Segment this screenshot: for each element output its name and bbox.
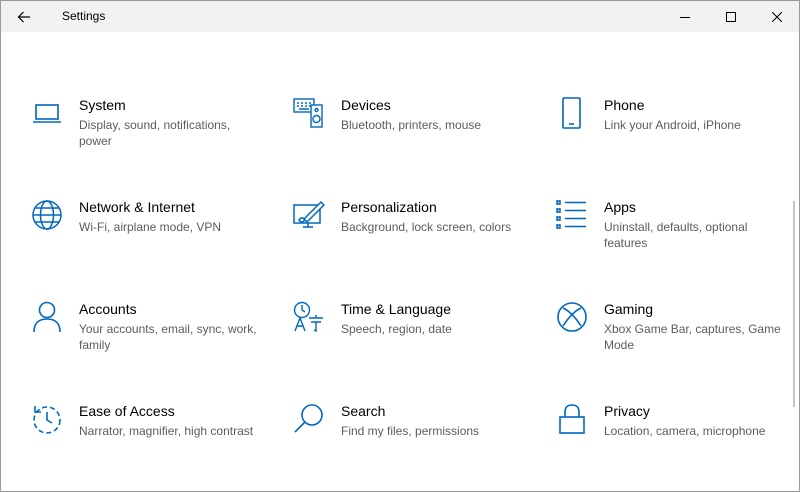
tile-title: Ease of Access [79, 403, 175, 419]
person-icon [31, 301, 63, 333]
tile-title: Search [341, 403, 386, 419]
tile-description: Narrator, magnifier, high contrast [79, 424, 254, 438]
tile-title: System [79, 97, 126, 113]
back-button[interactable] [1, 1, 47, 32]
tile-title: Network & Internet [79, 199, 195, 215]
tile-description: Location, camera, microphone [604, 424, 766, 438]
minimize-icon [680, 16, 690, 18]
tile-description: Display, sound, notifications, power [79, 118, 231, 148]
window-title: Settings [62, 9, 106, 23]
time-language-icon [293, 301, 325, 333]
tile-title: Gaming [604, 301, 654, 317]
tile-network-internet[interactable]: Network & Internet Wi-Fi, airplane mode,… [31, 199, 271, 279]
tile-description: Uninstall, defaults, optional features [604, 220, 748, 250]
minimize-button[interactable] [662, 1, 708, 32]
close-button[interactable] [754, 1, 799, 32]
maximize-button[interactable] [708, 1, 754, 32]
tile-time-language[interactable]: Time & Language Speech, region, date [293, 301, 533, 381]
search-icon [293, 403, 325, 435]
back-arrow-icon [17, 11, 30, 22]
vertical-scrollbar[interactable] [793, 201, 795, 407]
ease-of-access-icon [31, 403, 63, 435]
tile-description: Xbox Game Bar, captures, Game Mode [604, 322, 781, 352]
tile-search[interactable]: Search Find my files, permissions [293, 403, 533, 483]
lock-icon [556, 403, 588, 435]
tile-gaming[interactable]: Gaming Xbox Game Bar, captures, Game Mod… [556, 301, 796, 381]
title-bar: Settings [1, 1, 799, 32]
tile-devices[interactable]: Devices Bluetooth, printers, mouse [293, 97, 533, 177]
tile-phone[interactable]: Phone Link your Android, iPhone [556, 97, 796, 177]
tile-description: Background, lock screen, colors [341, 220, 512, 234]
phone-icon [556, 97, 588, 129]
tile-apps[interactable]: Apps Uninstall, defaults, optional featu… [556, 199, 796, 279]
laptop-icon [31, 97, 63, 129]
tile-personalization[interactable]: Personalization Background, lock screen,… [293, 199, 533, 279]
tile-system[interactable]: System Display, sound, notifications, po… [31, 97, 271, 177]
xbox-icon [556, 301, 588, 333]
tile-title: Apps [604, 199, 636, 215]
tile-title: Privacy [604, 403, 650, 419]
tile-description: Your accounts, email, sync, work, family [79, 322, 257, 352]
tile-description: Speech, region, date [341, 322, 452, 336]
globe-icon [31, 199, 63, 231]
tile-privacy[interactable]: Privacy Location, camera, microphone [556, 403, 796, 483]
tile-description: Bluetooth, printers, mouse [341, 118, 482, 132]
tile-title: Devices [341, 97, 391, 113]
devices-icon [293, 97, 325, 129]
tile-description: Find my files, permissions [341, 424, 480, 438]
close-icon [772, 11, 782, 22]
settings-window: Settings System Display, sound, notifica… [0, 0, 800, 492]
tile-description: Wi-Fi, airplane mode, VPN [79, 220, 222, 234]
tile-title: Phone [604, 97, 645, 113]
apps-list-icon [556, 199, 588, 231]
tile-title: Personalization [341, 199, 437, 215]
maximize-icon [726, 11, 736, 22]
personalization-icon [293, 199, 325, 231]
tile-title: Accounts [79, 301, 137, 317]
tile-accounts[interactable]: Accounts Your accounts, email, sync, wor… [31, 301, 271, 381]
settings-home: System Display, sound, notifications, po… [1, 32, 791, 491]
tile-description: Link your Android, iPhone [604, 118, 741, 132]
tile-ease-of-access[interactable]: Ease of Access Narrator, magnifier, high… [31, 403, 271, 483]
tile-title: Time & Language [341, 301, 451, 317]
